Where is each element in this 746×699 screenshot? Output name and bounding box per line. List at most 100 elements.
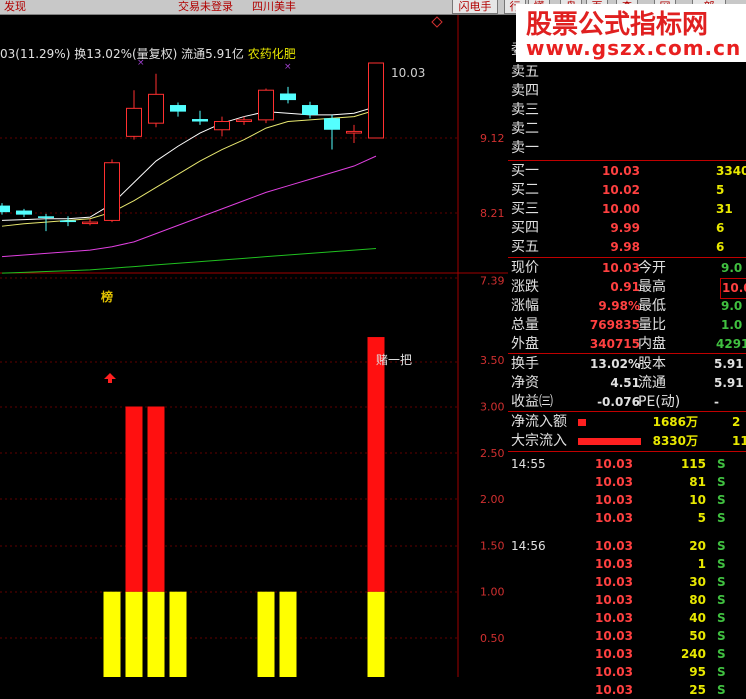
quote-row: 总量 769835 量比 1.0	[508, 316, 746, 335]
diamond-icon[interactable]	[431, 16, 443, 28]
divider	[508, 451, 746, 452]
buy-level-volume: 31	[716, 202, 733, 216]
tick-side: S	[717, 557, 726, 571]
quote-row: 涨幅 9.98% 最低 9.0	[508, 297, 746, 316]
candle-body	[236, 119, 252, 123]
trade-tick-row: 10.03 10 S	[508, 491, 746, 509]
tick-volume: 5	[697, 511, 706, 525]
divider	[508, 411, 746, 412]
indicator-bar	[103, 591, 121, 677]
fund-flow-value: 8330万	[652, 434, 698, 448]
buy-level-label: 买二	[511, 182, 539, 198]
quote-value: 42912	[716, 337, 746, 351]
buy-level-volume: 3340	[716, 164, 746, 178]
buy-level-row[interactable]: 买二 10.02 5	[508, 181, 746, 200]
quote-panel: 委 卖五卖四卖三卖二卖一 买一10.033340买二10.025买三10.003…	[508, 15, 746, 697]
tick-price: 10.03	[595, 647, 633, 661]
trade-tick-row: 10.03 5 S	[508, 509, 746, 527]
tick-volume: 30	[689, 575, 706, 589]
trade-login-status[interactable]: 交易未登录	[178, 0, 233, 14]
indicator-tick-label: 2.50	[480, 447, 505, 460]
sell-level-row[interactable]: 卖二	[508, 120, 746, 139]
fund-flow-bar	[578, 419, 587, 426]
candle-body	[148, 93, 164, 124]
tick-side: S	[717, 683, 726, 697]
indicator-bar	[125, 591, 143, 677]
chart-area[interactable]: 9.128.217.39 × × 10.03 榜 3.503.002.502.0…	[0, 15, 508, 677]
tick-price: 10.03	[595, 457, 633, 471]
tick-side: S	[717, 575, 726, 589]
price-tick-label: 7.39	[480, 275, 505, 288]
buy-level-row[interactable]: 买四 9.99 6	[508, 219, 746, 238]
fund-flow-value: 1686万	[652, 415, 698, 429]
sell-level-row[interactable]: 卖一	[508, 139, 746, 158]
quote-value: -	[714, 395, 719, 409]
divider	[508, 160, 746, 161]
candle-body	[60, 220, 76, 223]
quote-value: 9.0	[721, 299, 743, 313]
moving-average-line	[1, 106, 377, 221]
candle	[368, 62, 384, 139]
indicator-tick-label: 1.50	[480, 539, 505, 552]
quote-value: 9.0	[721, 261, 743, 275]
candle	[60, 216, 76, 227]
candle	[280, 86, 296, 104]
candle	[16, 208, 32, 218]
quote-label: 量比	[638, 317, 666, 333]
tick-price: 10.03	[595, 629, 633, 643]
quote-row: 收益㈢ -0.076 PE(动) -	[508, 393, 746, 412]
fund-flow-extra: 2	[732, 415, 741, 429]
quote-label: 总量	[511, 317, 539, 333]
buy-level-row[interactable]: 买三 10.00 31	[508, 200, 746, 219]
quote-value: 1.0	[721, 318, 743, 332]
buy-level-row[interactable]: 买五 9.98 6	[508, 238, 746, 257]
tick-price: 10.03	[595, 511, 633, 525]
candle-body	[170, 105, 186, 112]
tick-time: 14:55	[511, 457, 546, 471]
sell-level-row[interactable]: 卖五	[508, 63, 746, 82]
sell-level-label: 卖五	[511, 64, 539, 80]
candle	[302, 101, 318, 119]
candle	[82, 218, 98, 226]
indicator-bar	[147, 591, 165, 677]
tick-side: S	[717, 611, 726, 625]
tick-time: 14:56	[511, 539, 546, 553]
moving-average-lines	[1, 106, 377, 274]
candle	[126, 90, 142, 140]
quote-value: 340715	[589, 337, 640, 351]
discover-menu[interactable]: 发现	[4, 0, 26, 14]
trade-tick-row: 14:55 10.03 115 S	[508, 455, 746, 473]
fund-flow-row: 净流入额 1686万 2	[508, 413, 746, 432]
flash-trade-button[interactable]: 闪电手	[452, 0, 498, 14]
tick-volume: 95	[689, 665, 706, 679]
candle-body	[192, 119, 208, 122]
candle	[104, 159, 120, 223]
bet-annotation: 赌一把	[376, 353, 412, 367]
indicator-bar	[367, 591, 385, 677]
divider	[508, 257, 746, 258]
sector-tag[interactable]: 农药化肥	[248, 47, 296, 61]
indicator-tick-label: 3.00	[480, 401, 505, 414]
tick-price: 10.03	[595, 493, 633, 507]
divider	[508, 353, 746, 354]
fund-flow-label: 净流入额	[511, 414, 567, 430]
price-tick-label: 9.12	[480, 132, 505, 145]
quote-value: 9.98%	[598, 299, 640, 313]
indicator-bar	[147, 406, 165, 592]
quote-value: 13.02%	[590, 357, 640, 371]
buy-level-row[interactable]: 买一 10.03 3340	[508, 162, 746, 181]
sell-level-label: 卖三	[511, 102, 539, 118]
buy-level-price: 10.03	[602, 164, 640, 178]
tick-volume: 115	[680, 457, 706, 471]
sell-level-row[interactable]: 卖四	[508, 82, 746, 101]
stock-name-title: 四川美丰	[252, 0, 296, 13]
tick-side: S	[717, 475, 726, 489]
candle-body	[38, 216, 54, 218]
quote-label: 涨跌	[511, 279, 539, 295]
candle-body	[346, 130, 362, 134]
indicator-bar	[279, 591, 297, 677]
indicator-tick-label: 1.00	[480, 586, 505, 599]
moving-average-line	[1, 155, 377, 258]
tick-price: 10.03	[595, 557, 633, 571]
sell-level-row[interactable]: 卖三	[508, 101, 746, 120]
